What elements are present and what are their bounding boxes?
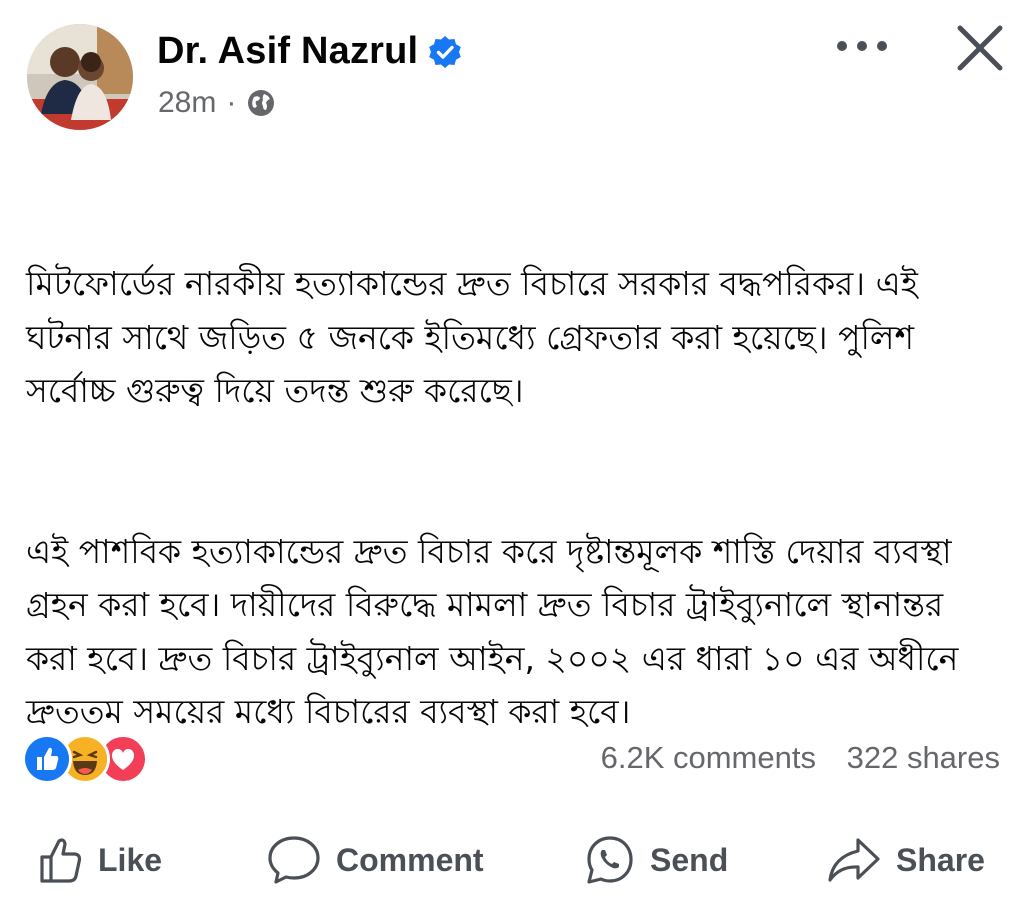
comments-count[interactable]: 6.2K comments <box>601 740 816 775</box>
like-button[interactable]: Like <box>38 828 162 892</box>
verified-badge-icon <box>429 35 462 68</box>
like-reaction-icon <box>22 734 72 784</box>
close-icon <box>957 25 1003 71</box>
globe-icon <box>248 90 275 116</box>
shares-count[interactable]: 322 shares <box>847 740 1000 775</box>
author-name-row: Dr. Asif Nazrul <box>157 30 462 73</box>
action-bar: Like Comment Send Share <box>0 828 1024 892</box>
author-avatar[interactable] <box>27 24 133 130</box>
more-options-icon <box>837 41 887 51</box>
post-meta: 28m · <box>158 86 276 120</box>
comment-label: Comment <box>336 841 484 878</box>
send-label: Send <box>650 841 729 878</box>
close-button[interactable] <box>950 18 1010 78</box>
comment-button[interactable]: Comment <box>266 828 484 892</box>
post-paragraph: এই পাশবিক হত্যাকান্ডের দ্রুত বিচার করে দ… <box>26 531 969 732</box>
engagement-counts: 6.2K comments 322 shares <box>601 740 1000 776</box>
more-options-button[interactable] <box>832 26 892 66</box>
share-button[interactable]: Share <box>826 828 985 892</box>
like-label: Like <box>98 841 163 878</box>
meta-separator: · <box>226 86 237 119</box>
facebook-post: Dr. Asif Nazrul 28m · মিটফোর্ডের নারকীয়… <box>0 0 1024 897</box>
share-arrow-icon <box>828 838 880 882</box>
whatsapp-icon <box>587 836 633 884</box>
avatar-photo <box>27 24 133 130</box>
send-button[interactable]: Send <box>584 828 728 892</box>
post-timestamp[interactable]: 28m <box>158 86 216 120</box>
author-name[interactable]: Dr. Asif Nazrul <box>157 30 418 73</box>
reaction-summary[interactable] <box>22 734 148 784</box>
share-label: Share <box>896 841 985 878</box>
comment-icon <box>268 836 320 884</box>
thumbs-up-icon <box>40 838 82 883</box>
post-paragraph: মিটফোর্ডের নারকীয় হত্যাকান্ডের দ্রুত বি… <box>26 264 929 410</box>
